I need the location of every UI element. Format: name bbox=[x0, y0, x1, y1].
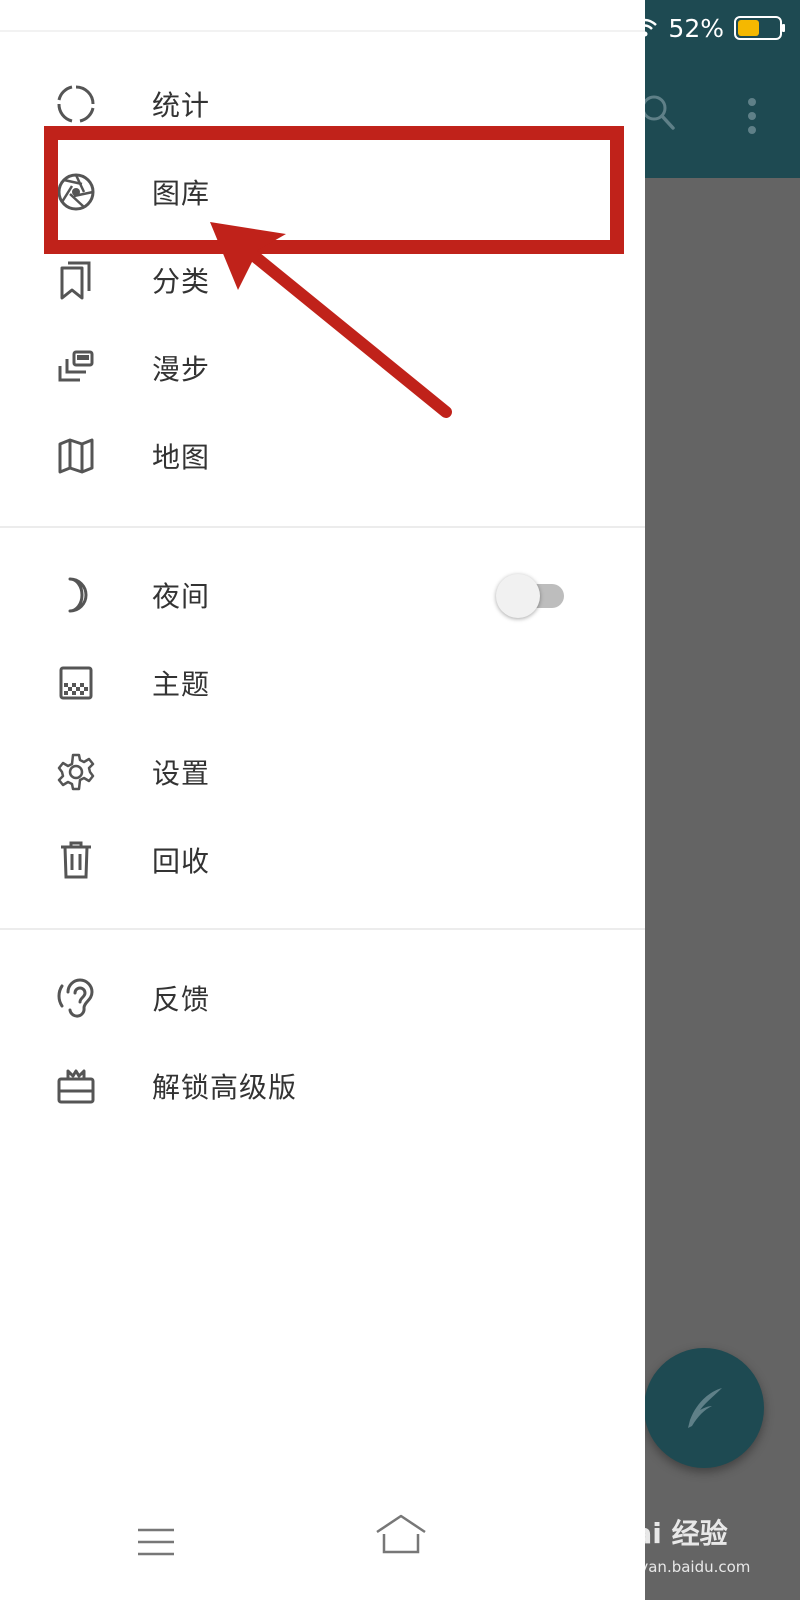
circle-dashed-icon bbox=[57, 85, 95, 123]
drawer-item-label: 设置 bbox=[152, 757, 211, 790]
drawer-item-feedback[interactable]: 反馈 bbox=[0, 958, 645, 1038]
watermark-url: jingyan.baidu.com bbox=[612, 1558, 751, 1576]
system-nav-bar bbox=[0, 1490, 645, 1600]
drawer-item-label: 图库 bbox=[152, 177, 211, 210]
cards-icon bbox=[58, 350, 94, 382]
status-bar: 52% bbox=[632, 8, 786, 48]
drawer-item-label: 统计 bbox=[152, 89, 211, 122]
drawer-item-label: 回收 bbox=[152, 845, 211, 878]
drawer-top-divider bbox=[0, 30, 645, 32]
search-icon[interactable] bbox=[640, 92, 676, 132]
aperture-icon bbox=[57, 173, 95, 211]
drawer-item-trash[interactable]: 回收 bbox=[0, 820, 645, 900]
drawer-divider bbox=[0, 526, 645, 528]
theme-icon bbox=[59, 666, 93, 700]
compose-fab[interactable] bbox=[644, 1348, 764, 1468]
drawer-item-wander[interactable]: 漫步 bbox=[0, 328, 645, 408]
drawer-item-label: 主题 bbox=[152, 668, 211, 701]
baidu-watermark: Bai 经验 jingyan.baidu.com bbox=[612, 1508, 792, 1588]
drawer-item-label: 反馈 bbox=[152, 983, 211, 1016]
toggle-thumb bbox=[496, 574, 540, 618]
drawer-item-label: 夜间 bbox=[152, 580, 211, 613]
trash-icon bbox=[61, 841, 91, 879]
bookmark-icon bbox=[60, 261, 91, 300]
ear-icon bbox=[57, 978, 94, 1018]
battery-percent: 52% bbox=[668, 13, 724, 43]
drawer-item-map[interactable]: 地图 bbox=[0, 416, 645, 496]
drawer-item-settings[interactable]: 设置 bbox=[0, 732, 645, 812]
drawer-divider bbox=[0, 928, 645, 930]
more-vertical-icon[interactable] bbox=[740, 96, 764, 136]
drawer-item-label: 地图 bbox=[152, 441, 211, 474]
drawer-item-gallery[interactable]: 图库 bbox=[0, 152, 645, 232]
feather-icon bbox=[688, 1388, 722, 1428]
gear-icon bbox=[57, 753, 95, 791]
drawer-item-categories[interactable]: 分类 bbox=[0, 240, 645, 320]
navigation-drawer: 统计 图库 分类 漫步 地图 夜间 主题 设置 回收 反馈 解锁高级版 bbox=[0, 0, 645, 1600]
night-mode-toggle[interactable] bbox=[496, 572, 568, 618]
map-icon bbox=[58, 438, 94, 474]
drawer-item-label: 分类 bbox=[152, 265, 211, 298]
moon-icon bbox=[68, 577, 88, 613]
watermark-brand: Bai 经验 bbox=[612, 1517, 728, 1550]
drawer-item-theme[interactable]: 主题 bbox=[0, 643, 645, 723]
home-icon[interactable] bbox=[374, 1512, 428, 1558]
menu-icon[interactable] bbox=[136, 1522, 176, 1562]
drawer-item-stats[interactable]: 统计 bbox=[0, 64, 645, 144]
drawer-item-label: 解锁高级版 bbox=[152, 1071, 298, 1104]
gift-icon bbox=[57, 1069, 95, 1104]
drawer-item-label: 漫步 bbox=[152, 353, 211, 386]
drawer-item-unlock-premium[interactable]: 解锁高级版 bbox=[0, 1046, 645, 1126]
battery-icon bbox=[734, 16, 785, 40]
